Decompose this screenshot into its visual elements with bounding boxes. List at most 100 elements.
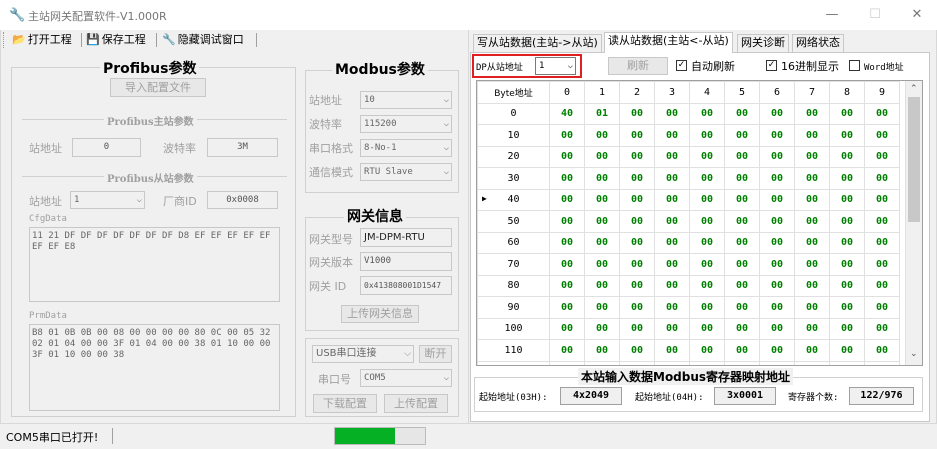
- data-cell[interactable]: 00: [794, 231, 830, 254]
- data-cell[interactable]: 00: [829, 124, 865, 147]
- data-cell[interactable]: 00: [584, 296, 620, 319]
- table-row[interactable]: 110 00 00 00 00 00 00 00 00 00 00: [477, 339, 900, 362]
- data-cell[interactable]: 00: [654, 102, 690, 125]
- data-cell[interactable]: 00: [654, 210, 690, 233]
- close-button[interactable]: ✕: [902, 5, 932, 25]
- data-cell[interactable]: 00: [654, 167, 690, 190]
- serial-port-select[interactable]: COM5 ⌵: [360, 369, 452, 387]
- table-row[interactable]: 70 00 00 00 00 00 00 00 00 00 00: [477, 253, 900, 276]
- prmdata-textarea[interactable]: B8 01 0B 0B 00 08 00 00 00 00 80 0C 00 0…: [29, 324, 280, 411]
- data-cell[interactable]: 00: [549, 296, 585, 319]
- data-cell[interactable]: 00: [864, 253, 900, 276]
- data-cell[interactable]: 00: [549, 274, 585, 297]
- data-cell[interactable]: 00: [829, 274, 865, 297]
- table-row[interactable]: 90 00 00 00 00 00 00 00 00 00 00: [477, 296, 900, 319]
- data-cell[interactable]: 00: [829, 231, 865, 254]
- tab-write-slave[interactable]: 写从站数据(主站->从站): [473, 34, 602, 52]
- data-cell[interactable]: 00: [864, 360, 900, 365]
- data-cell[interactable]: 00: [654, 360, 690, 365]
- data-cell[interactable]: 00: [759, 210, 795, 233]
- data-cell[interactable]: 01: [584, 102, 620, 125]
- data-cell[interactable]: 00: [759, 188, 795, 211]
- data-cell[interactable]: 00: [549, 145, 585, 168]
- data-cell[interactable]: 00: [549, 210, 585, 233]
- data-cell[interactable]: 00: [689, 339, 725, 362]
- data-cell[interactable]: 00: [619, 124, 655, 147]
- data-cell[interactable]: 00: [619, 360, 655, 365]
- word-address-checkbox[interactable]: [849, 60, 860, 71]
- data-cell[interactable]: 00: [794, 145, 830, 168]
- data-cell[interactable]: 00: [759, 360, 795, 365]
- data-cell[interactable]: 00: [654, 253, 690, 276]
- data-cell[interactable]: 00: [829, 210, 865, 233]
- download-config-button[interactable]: 下载配置: [313, 394, 377, 413]
- data-cell[interactable]: 00: [759, 339, 795, 362]
- data-cell[interactable]: 00: [864, 145, 900, 168]
- data-cell[interactable]: 00: [759, 124, 795, 147]
- data-cell[interactable]: 00: [689, 167, 725, 190]
- data-cell[interactable]: 00: [689, 274, 725, 297]
- data-cell[interactable]: 00: [689, 231, 725, 254]
- data-cell[interactable]: 00: [584, 167, 620, 190]
- data-cell[interactable]: 00: [864, 188, 900, 211]
- table-row[interactable]: 30 00 00 00 00 00 00 00 00 00 00: [477, 167, 900, 190]
- data-cell[interactable]: 00: [759, 253, 795, 276]
- panel-splitter[interactable]: [468, 30, 469, 423]
- data-cell[interactable]: 00: [829, 145, 865, 168]
- upload-gateway-info-button[interactable]: 上传网关信息: [341, 305, 419, 323]
- data-cell[interactable]: 00: [549, 188, 585, 211]
- disconnect-button[interactable]: 断开: [419, 345, 452, 363]
- modbus-mode-select[interactable]: RTU Slave ⌵: [360, 163, 452, 181]
- data-cell[interactable]: 00: [619, 231, 655, 254]
- data-cell[interactable]: 00: [549, 360, 585, 365]
- table-row[interactable]: 10 00 00 00 00 00 00 00 00 00 00: [477, 124, 900, 147]
- scrollbar-thumb[interactable]: [908, 97, 920, 222]
- data-cell[interactable]: 00: [829, 339, 865, 362]
- data-cell[interactable]: 00: [724, 210, 760, 233]
- open-project-button[interactable]: 📂 打开工程: [12, 31, 72, 49]
- data-cell[interactable]: 00: [829, 296, 865, 319]
- data-cell[interactable]: 00: [689, 145, 725, 168]
- tab-read-slave[interactable]: 读从站数据(主站<-从站): [604, 32, 733, 53]
- modbus-baud-select[interactable]: 115200 ⌵: [360, 115, 452, 133]
- maximize-button[interactable]: ☐: [860, 5, 890, 25]
- data-cell[interactable]: 00: [724, 145, 760, 168]
- data-cell[interactable]: 00: [724, 296, 760, 319]
- data-cell[interactable]: 00: [829, 102, 865, 125]
- data-cell[interactable]: 00: [829, 188, 865, 211]
- data-cell[interactable]: 00: [689, 296, 725, 319]
- data-cell[interactable]: 00: [689, 210, 725, 233]
- gateway-id-field[interactable]: 0x413808001D1547: [360, 276, 452, 295]
- data-cell[interactable]: 00: [584, 124, 620, 147]
- table-row[interactable]: 50 00 00 00 00 00 00 00 00 00 00: [477, 210, 900, 233]
- data-cell[interactable]: 00: [584, 274, 620, 297]
- data-cell[interactable]: 40: [549, 102, 585, 125]
- data-grid[interactable]: Byte地址 0123456789 0 40 01 00 00 00 00 00 00 00 00 1…: [476, 80, 923, 366]
- gateway-model-field[interactable]: JM-DPM-RTU: [360, 228, 452, 247]
- data-cell[interactable]: 00: [584, 339, 620, 362]
- data-cell[interactable]: 00: [724, 188, 760, 211]
- data-cell[interactable]: 00: [864, 317, 900, 340]
- data-cell[interactable]: 00: [794, 360, 830, 365]
- data-cell[interactable]: 00: [584, 231, 620, 254]
- data-cell[interactable]: 00: [654, 296, 690, 319]
- table-row[interactable]: 12000000000000000000000: [477, 360, 900, 365]
- table-row[interactable]: 20 00 00 00 00 00 00 00 00 00 00: [477, 145, 900, 168]
- data-cell[interactable]: 00: [724, 253, 760, 276]
- connection-type-select[interactable]: USB串口连接 ⌵: [312, 345, 414, 363]
- vendor-id-field[interactable]: 0x0008: [207, 191, 278, 209]
- data-cell[interactable]: 00: [864, 124, 900, 147]
- data-cell[interactable]: 00: [654, 317, 690, 340]
- master-baud-field[interactable]: 3M: [207, 138, 278, 157]
- data-cell[interactable]: 00: [794, 339, 830, 362]
- table-row[interactable]: 80 00 00 00 00 00 00 00 00 00 00: [477, 274, 900, 297]
- data-cell[interactable]: 00: [759, 274, 795, 297]
- refresh-button[interactable]: 刷新: [608, 57, 668, 75]
- auto-refresh-checkbox[interactable]: ✓: [676, 60, 687, 71]
- data-cell[interactable]: 00: [724, 274, 760, 297]
- data-cell[interactable]: 00: [619, 339, 655, 362]
- import-config-button[interactable]: 导入配置文件: [110, 78, 206, 97]
- data-cell[interactable]: 00: [584, 253, 620, 276]
- data-cell[interactable]: 00: [794, 317, 830, 340]
- data-cell[interactable]: 00: [724, 339, 760, 362]
